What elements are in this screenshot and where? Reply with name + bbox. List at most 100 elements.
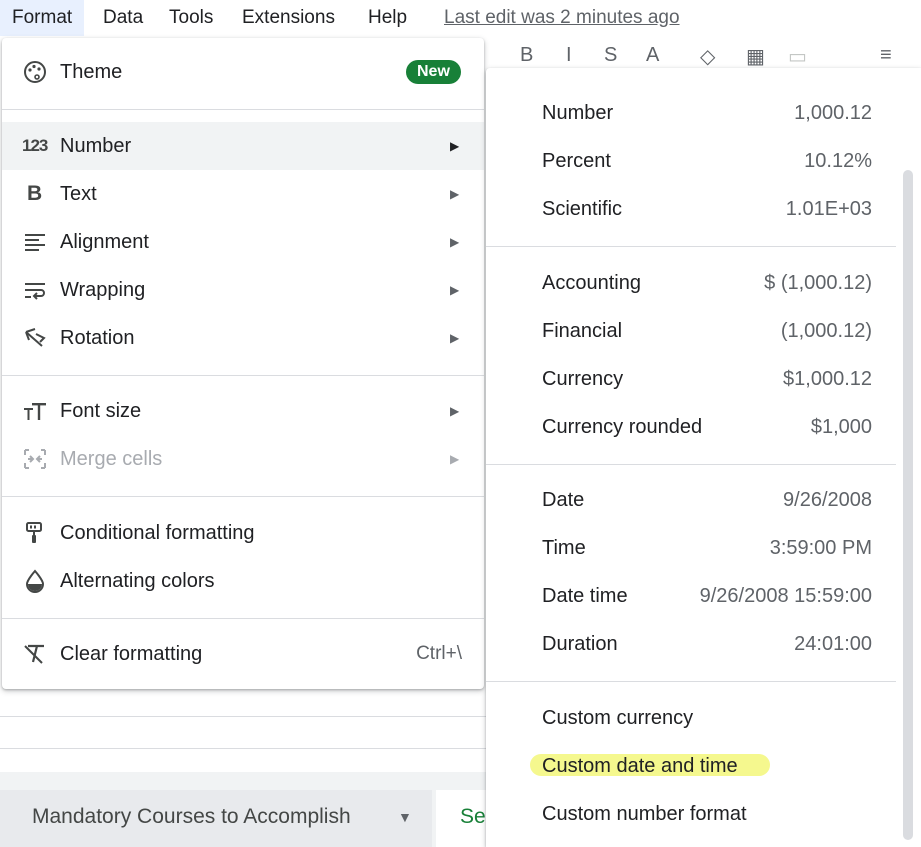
menu-item-label: Alternating colors [60,570,215,592]
merge-cells-icon [22,447,48,471]
submenu-item-custom-currency[interactable]: Custom currency [486,694,896,742]
submenu-item-date[interactable]: Date 9/26/2008 [486,476,896,524]
submenu-item-number[interactable]: Number 1,000.12 [486,89,896,137]
submenu-item-scientific[interactable]: Scientific 1.01E+03 [486,185,896,233]
submenu-item-label: Percent [542,150,611,172]
submenu-arrow-icon: ▶ [450,235,460,249]
bold-icon[interactable]: B [520,44,533,67]
submenu-item-label: Custom date and time [542,755,738,777]
menu-item-theme[interactable]: Theme New [2,48,484,96]
grid-line [0,716,486,717]
submenu-arrow-icon: ▶ [450,139,460,153]
submenu-item-percent[interactable]: Percent 10.12% [486,137,896,185]
submenu-item-example: 1.01E+03 [785,198,872,220]
divider [486,246,896,247]
submenu-item-label: Currency rounded [542,416,703,438]
submenu-item-label: Duration [542,633,618,655]
menu-help[interactable]: Help [368,0,407,36]
submenu-arrow-icon: ▶ [450,452,460,466]
new-badge: New [406,60,461,84]
fill-color-icon[interactable]: ◇ [700,44,715,69]
italic-icon[interactable]: I [566,44,572,67]
submenu-arrow-icon: ▶ [450,187,460,201]
submenu-arrow-icon: ▶ [450,331,460,345]
format-menu: Theme New 123 Number ▶ B Text ▶ Alignmen… [2,38,484,689]
submenu-item-label: Number [542,102,614,124]
menu-data[interactable]: Data [103,0,143,36]
submenu-item-custom-date-and-time[interactable]: Custom date and time [486,742,896,790]
text-color-icon[interactable]: A [646,44,659,67]
menu-extensions[interactable]: Extensions [242,0,335,36]
divider [486,681,896,682]
submenu-item-currency[interactable]: Currency $1,000.12 [486,355,896,403]
last-edit-link[interactable]: Last edit was 2 minutes ago [444,0,680,36]
submenu-item-label: Scientific [542,198,623,220]
menu-item-alignment[interactable]: Alignment ▶ [2,218,484,266]
divider [2,375,484,376]
menu-item-label: Conditional formatting [60,522,255,544]
divider [486,464,896,465]
bold-icon: B [27,182,43,205]
strikethrough-icon[interactable]: S [604,44,617,67]
menu-item-text[interactable]: B Text ▶ [2,170,484,218]
submenu-item-accounting[interactable]: Accounting $ (1,000.12) [486,259,896,307]
submenu-item-label: Financial [542,320,623,342]
menu-tools[interactable]: Tools [169,0,213,36]
submenu-scrollbar[interactable] [903,170,913,840]
submenu-arrow-icon: ▶ [450,283,460,297]
borders-icon[interactable]: ▦ [746,44,765,69]
submenu-item-label: Date [542,489,585,511]
submenu-item-label: Custom currency [542,707,694,729]
caret-down-icon[interactable]: ▼ [398,790,412,844]
submenu-item-example: 9/26/2008 [783,489,872,511]
menu-item-clear-formatting[interactable]: Clear formatting Ctrl+\ [2,630,484,678]
submenu-item-date-time[interactable]: Date time 9/26/2008 15:59:00 [486,572,896,620]
menu-item-label: Font size [60,400,142,422]
menu-item-label: Alignment [60,231,149,253]
menu-item-label: Merge cells [60,448,163,470]
divider [2,618,484,619]
menu-item-merge-cells: Merge cells ▶ [2,435,484,483]
submenu-item-duration[interactable]: Duration 24:01:00 [486,620,896,668]
submenu-item-label: Time [542,537,586,559]
text-rotation-icon [22,326,48,350]
submenu-item-financial[interactable]: Financial (1,000.12) [486,307,896,355]
submenu-item-example: 24:01:00 [794,633,872,655]
number-format-icon: 123 [22,136,48,155]
sheet-tab-active[interactable]: Mandatory Courses to Accomplish ▼ [0,790,432,847]
number-format-submenu: Number 1,000.12 Percent 10.12% Scientifi… [486,68,921,847]
submenu-item-example: 9/26/2008 15:59:00 [699,585,872,607]
menu-item-wrapping[interactable]: Wrapping ▶ [2,266,484,314]
toolbar-partial: B I S A ◇ ▦ ▭ ≡ [484,44,921,69]
submenu-item-custom-number-format[interactable]: Custom number format [486,790,896,838]
submenu-arrow-icon: ▶ [450,404,460,418]
divider [2,109,484,110]
menu-item-label: Number [60,135,132,157]
merge-icon[interactable]: ▭ [788,44,807,69]
sheet-tab-label: Se [460,805,486,828]
submenu-item-example: $1,000 [810,416,872,438]
grid-line [0,748,486,749]
menu-item-rotation[interactable]: Rotation ▶ [2,314,484,362]
menu-item-number[interactable]: 123 Number ▶ [2,122,484,170]
submenu-item-label: Date time [542,585,628,607]
paint-roller-icon [22,521,48,545]
menu-item-alternating-colors[interactable]: Alternating colors [2,557,484,605]
submenu-item-example: 10.12% [804,150,872,172]
divider [2,496,484,497]
submenu-item-example: $1,000.12 [783,368,872,390]
menu-item-label: Text [60,183,97,205]
submenu-item-time[interactable]: Time 3:59:00 PM [486,524,896,572]
clear-format-icon [22,642,48,666]
menu-item-label: Wrapping [60,279,146,301]
menu-item-label: Rotation [60,327,135,349]
menu-item-conditional-formatting[interactable]: Conditional formatting [2,509,484,557]
more-icon[interactable]: ≡ [880,44,892,67]
font-size-icon [22,399,48,423]
menu-item-font-size[interactable]: Font size ▶ [2,387,484,435]
menu-bar: Format Data Tools Extensions Help Last e… [0,0,921,36]
submenu-item-label: Custom number format [542,803,747,825]
menu-format[interactable]: Format [0,0,85,36]
submenu-item-currency-rounded[interactable]: Currency rounded $1,000 [486,403,896,451]
submenu-item-example: $ (1,000.12) [764,272,872,294]
